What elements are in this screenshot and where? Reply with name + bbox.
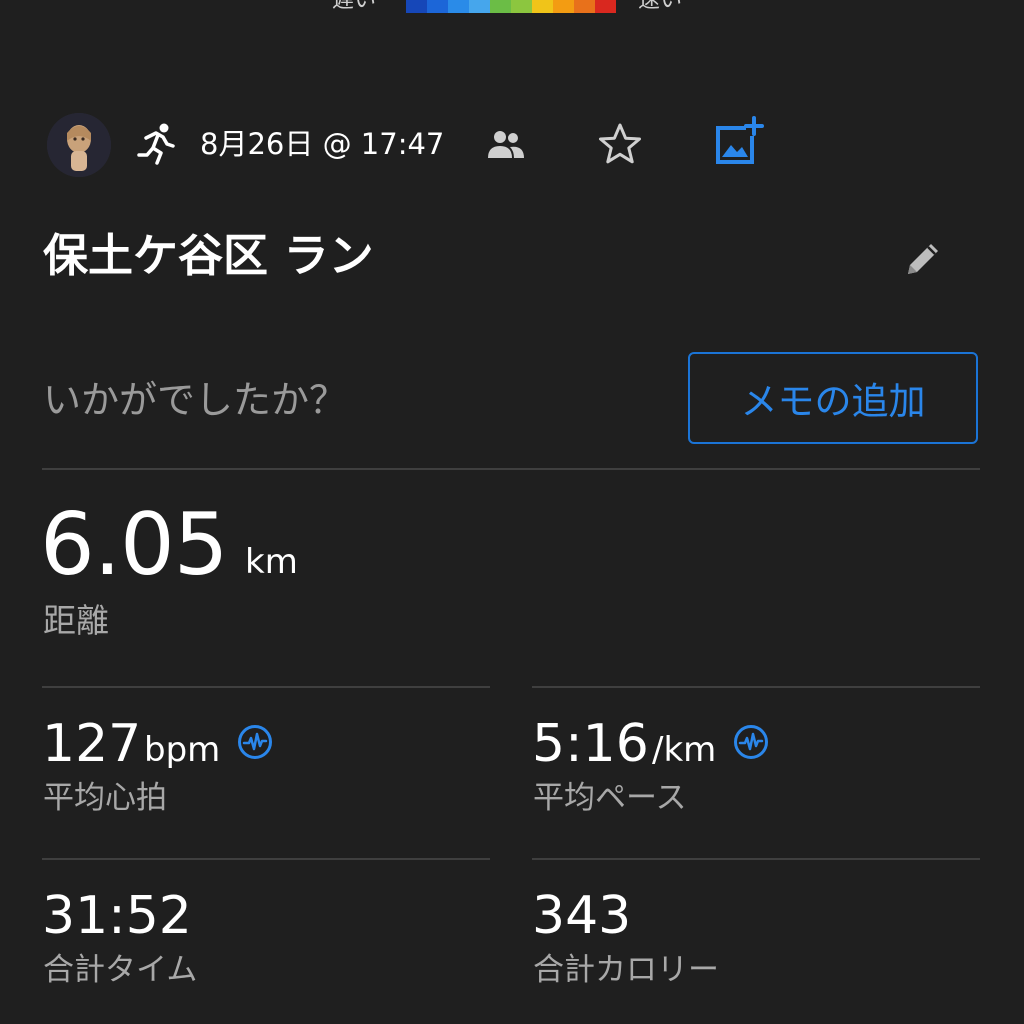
heart-rate-monitor-icon[interactable]: [237, 724, 273, 760]
avatar[interactable]: [47, 113, 111, 177]
feedback-prompt: いかがでしたか？: [43, 378, 348, 422]
avg-heart-rate-label: 平均心拍: [43, 780, 167, 816]
total-calories-value: 343: [532, 886, 632, 946]
edit-pencil-icon[interactable]: [900, 236, 946, 282]
avg-heart-rate-value: 127: [42, 714, 142, 774]
pace-legend-segment: [553, 0, 574, 13]
activity-date-time: 8月26日 @ 17:47: [200, 127, 445, 161]
pace-legend-segment: [595, 0, 616, 13]
pace-legend-segment: [406, 0, 427, 13]
pace-legend-segment: [574, 0, 595, 13]
pace-legend-segment: [511, 0, 532, 13]
total-time-value: 31:52: [42, 886, 192, 946]
distance-unit: km: [245, 542, 298, 582]
distance-label: 距離: [43, 601, 109, 640]
avg-pace-label: 平均ペース: [533, 780, 687, 816]
star-icon[interactable]: [596, 120, 644, 168]
distance-value: 6.05: [40, 495, 228, 595]
avg-pace-value: 5:16: [532, 714, 649, 774]
people-icon[interactable]: [486, 128, 526, 162]
divider: [532, 686, 980, 688]
pace-legend-bar: [406, 0, 616, 13]
add-photo-icon[interactable]: [712, 116, 764, 168]
avg-heart-rate-unit: bpm: [144, 730, 221, 770]
activity-title: 保土ケ谷区 ラン: [43, 229, 374, 282]
pace-legend-fast-label: 速い: [638, 0, 683, 13]
total-calories-label: 合計カロリー: [533, 952, 719, 988]
pace-legend-segment: [469, 0, 490, 13]
pace-legend-segment: [448, 0, 469, 13]
divider: [42, 686, 490, 688]
divider: [532, 858, 980, 860]
pace-legend-segment: [532, 0, 553, 13]
add-memo-button[interactable]: メモの追加: [688, 352, 978, 444]
pace-legend-segment: [427, 0, 448, 13]
divider: [42, 858, 490, 860]
total-time-label: 合計タイム: [43, 952, 198, 988]
pace-legend-segment: [490, 0, 511, 13]
divider: [42, 468, 980, 470]
avg-pace-unit: /km: [652, 730, 717, 770]
activity-detail-screen: 遅い 速い 8月26日 @ 17:47 保土ケ谷区 ラン いかがでしたか？ メモ…: [0, 0, 1024, 1024]
pace-monitor-icon[interactable]: [733, 724, 769, 760]
running-icon: [137, 123, 175, 165]
pace-legend-slow-label: 遅い: [332, 0, 377, 13]
